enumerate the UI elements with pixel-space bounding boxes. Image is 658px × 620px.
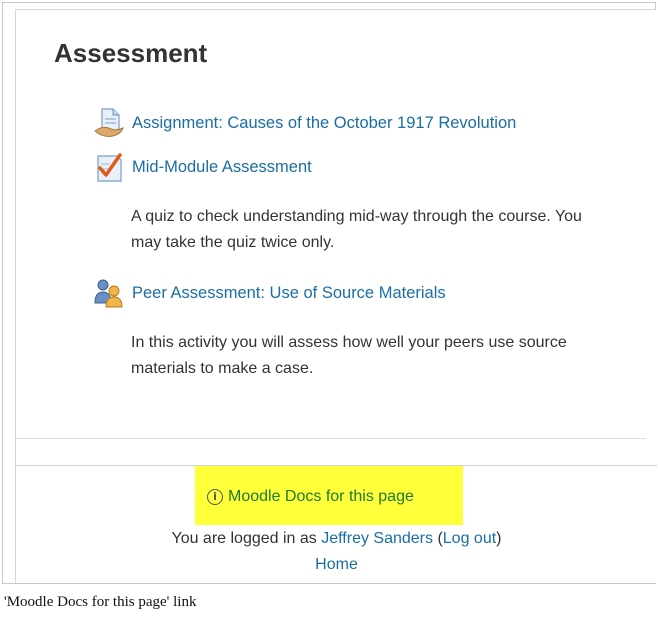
section-title: Assessment	[54, 38, 208, 68]
home-line: Home	[16, 556, 657, 574]
quiz-description: A quiz to check understanding mid-way th…	[131, 208, 582, 251]
workshop-description: In this activity you will assess how wel…	[131, 334, 567, 377]
assignment-link[interactable]: Assignment: Causes of the October 1917 R…	[132, 114, 516, 133]
paren-open: (	[433, 530, 443, 547]
user-profile-link[interactable]: Jeffrey Sanders	[321, 530, 433, 547]
paren-close: )	[496, 530, 502, 547]
screenshot-frame: Assessment Assignment: Causes of the Oct…	[2, 2, 657, 584]
assignment-icon	[94, 108, 124, 137]
workshop-link[interactable]: Peer Assessment: Use of Source Materials	[132, 284, 446, 303]
quiz-icon	[97, 153, 122, 182]
workshop-icon	[94, 279, 123, 308]
activity-workshop: Peer Assessment: Use of Source Materials	[92, 276, 446, 310]
content-divider	[16, 438, 646, 439]
moodle-docs-link[interactable]: i Moodle Docs for this page	[207, 488, 414, 506]
image-caption: 'Moodle Docs for this page' link	[4, 594, 197, 610]
quiz-link[interactable]: Mid-Module Assessment	[132, 158, 312, 177]
login-info: You are logged in as Jeffrey Sanders (Lo…	[16, 530, 657, 548]
activity-assignment: Assignment: Causes of the October 1917 R…	[92, 106, 516, 140]
login-prefix: You are logged in as	[171, 530, 322, 547]
home-link[interactable]: Home	[315, 556, 358, 573]
info-icon: i	[207, 489, 223, 505]
course-page: Assessment Assignment: Causes of the Oct…	[15, 9, 657, 583]
logout-link[interactable]: Log out	[443, 530, 496, 547]
moodle-docs-label: Moodle Docs for this page	[228, 488, 414, 505]
activity-quiz: Mid-Module Assessment	[92, 150, 312, 184]
